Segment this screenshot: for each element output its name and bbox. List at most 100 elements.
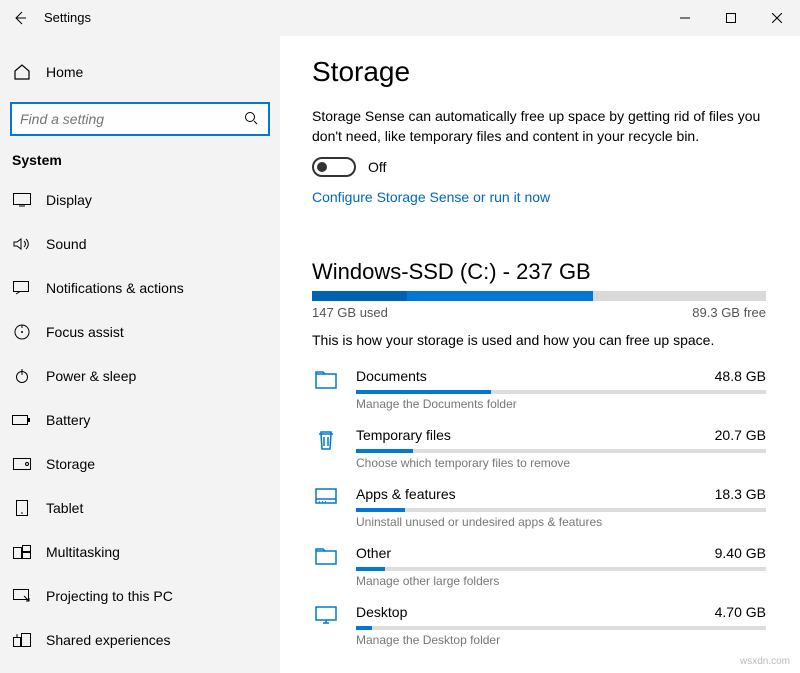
category-name: Desktop: [356, 604, 407, 620]
category-fill: [356, 567, 385, 571]
notifications-icon: [12, 281, 32, 295]
sidebar-item-label: Sound: [46, 236, 86, 252]
drive-title: Windows-SSD (C:) - 237 GB: [312, 259, 766, 285]
configure-storage-sense-link[interactable]: Configure Storage Sense or run it now: [312, 189, 766, 205]
arrow-left-icon: [12, 10, 28, 26]
projecting-icon: [12, 589, 32, 603]
category-size: 48.8 GB: [715, 368, 766, 384]
category-desktop[interactable]: Desktop 4.70 GB Manage the Desktop folde…: [312, 598, 766, 657]
category-fill: [356, 390, 491, 394]
sidebar-item-tablet[interactable]: Tablet: [0, 486, 280, 530]
storage-sense-toggle[interactable]: [312, 157, 356, 177]
category-documents[interactable]: Documents 48.8 GB Manage the Documents f…: [312, 362, 766, 421]
focus-assist-icon: [12, 323, 32, 341]
sidebar-item-power-sleep[interactable]: Power & sleep: [0, 354, 280, 398]
documents-icon: [312, 370, 340, 411]
sidebar-item-multitasking[interactable]: Multitasking: [0, 530, 280, 574]
used-label: 147 GB used: [312, 305, 388, 320]
sidebar-item-label: Multitasking: [46, 544, 120, 560]
category-fill: [356, 508, 405, 512]
category-hint: Choose which temporary files to remove: [356, 456, 766, 470]
desktop-icon: [312, 606, 340, 647]
search-container: [10, 102, 270, 136]
search-input[interactable]: [20, 111, 244, 127]
usage-explain: This is how your storage is used and how…: [312, 332, 766, 348]
search-icon: [244, 111, 260, 128]
sidebar-item-label: Projecting to this PC: [46, 588, 173, 604]
maximize-button[interactable]: [708, 0, 754, 36]
multitasking-icon: [12, 545, 32, 559]
shared-experiences-icon: [12, 633, 32, 647]
category-name: Apps & features: [356, 486, 456, 502]
sidebar-item-label: Display: [46, 192, 92, 208]
category-bar: [356, 567, 766, 571]
home-label: Home: [46, 64, 83, 80]
nav-list: Display Sound Notifications & actions Fo…: [0, 178, 280, 662]
toggle-knob: [317, 162, 327, 172]
search-box[interactable]: [10, 102, 270, 136]
category-bar: [356, 390, 766, 394]
tablet-icon: [12, 500, 32, 516]
sidebar-item-storage[interactable]: Storage: [0, 442, 280, 486]
close-button[interactable]: [754, 0, 800, 36]
category-hint: Uninstall unused or undesired apps & fea…: [356, 515, 766, 529]
storage-sense-description: Storage Sense can automatically free up …: [312, 106, 766, 147]
category-fill: [356, 626, 372, 630]
window-title: Settings: [40, 10, 91, 25]
toggle-state-label: Off: [368, 159, 386, 175]
storage-sense-toggle-row: Off: [312, 157, 766, 177]
close-icon: [772, 13, 782, 23]
category-bar: [356, 626, 766, 630]
sidebar-item-display[interactable]: Display: [0, 178, 280, 222]
power-icon: [12, 368, 32, 384]
back-button[interactable]: [0, 10, 40, 26]
drive-usage-legend: 147 GB used 89.3 GB free: [312, 305, 766, 320]
category-size: 20.7 GB: [715, 427, 766, 443]
sidebar-item-focus-assist[interactable]: Focus assist: [0, 310, 280, 354]
category-hint: Manage other large folders: [356, 574, 766, 588]
category-size: 9.40 GB: [715, 545, 766, 561]
sidebar-item-label: Shared experiences: [46, 632, 171, 648]
drive-usage-subfill: [312, 291, 407, 301]
drive-usage-bar: [312, 291, 766, 301]
home-button[interactable]: Home: [0, 50, 280, 94]
sidebar-item-sound[interactable]: Sound: [0, 222, 280, 266]
sidebar-item-label: Tablet: [46, 500, 83, 516]
section-heading: System: [0, 152, 280, 178]
category-hint: Manage the Documents folder: [356, 397, 766, 411]
sidebar-item-label: Focus assist: [46, 324, 124, 340]
category-temporary-files[interactable]: Temporary files 20.7 GB Choose which tem…: [312, 421, 766, 480]
watermark: wsxdn.com: [740, 656, 790, 667]
sidebar-item-label: Notifications & actions: [46, 280, 184, 296]
category-name: Temporary files: [356, 427, 451, 443]
sidebar: Home System Display Sound Notificat: [0, 36, 280, 673]
category-size: 18.3 GB: [715, 486, 766, 502]
category-other[interactable]: Other 9.40 GB Manage other large folders: [312, 539, 766, 598]
storage-icon: [12, 458, 32, 470]
main-panel: Storage Storage Sense can automatically …: [280, 36, 800, 673]
category-bar: [356, 508, 766, 512]
sidebar-item-shared-experiences[interactable]: Shared experiences: [0, 618, 280, 662]
free-label: 89.3 GB free: [692, 305, 766, 320]
sound-icon: [12, 237, 32, 251]
titlebar: Settings: [0, 0, 800, 36]
sidebar-item-battery[interactable]: Battery: [0, 398, 280, 442]
sidebar-item-projecting[interactable]: Projecting to this PC: [0, 574, 280, 618]
category-name: Other: [356, 545, 391, 561]
category-apps-features[interactable]: Apps & features 18.3 GB Uninstall unused…: [312, 480, 766, 539]
sidebar-item-notifications[interactable]: Notifications & actions: [0, 266, 280, 310]
display-icon: [12, 193, 32, 207]
battery-icon: [12, 414, 32, 426]
category-hint: Manage the Desktop folder: [356, 633, 766, 647]
home-icon: [12, 63, 32, 81]
category-size: 4.70 GB: [715, 604, 766, 620]
category-name: Documents: [356, 368, 427, 384]
sidebar-item-label: Battery: [46, 412, 90, 428]
minimize-button[interactable]: [662, 0, 708, 36]
minimize-icon: [680, 13, 690, 23]
page-title: Storage: [312, 56, 766, 88]
maximize-icon: [726, 13, 736, 23]
apps-icon: [312, 488, 340, 529]
trash-icon: [312, 429, 340, 470]
folder-icon: [312, 547, 340, 588]
